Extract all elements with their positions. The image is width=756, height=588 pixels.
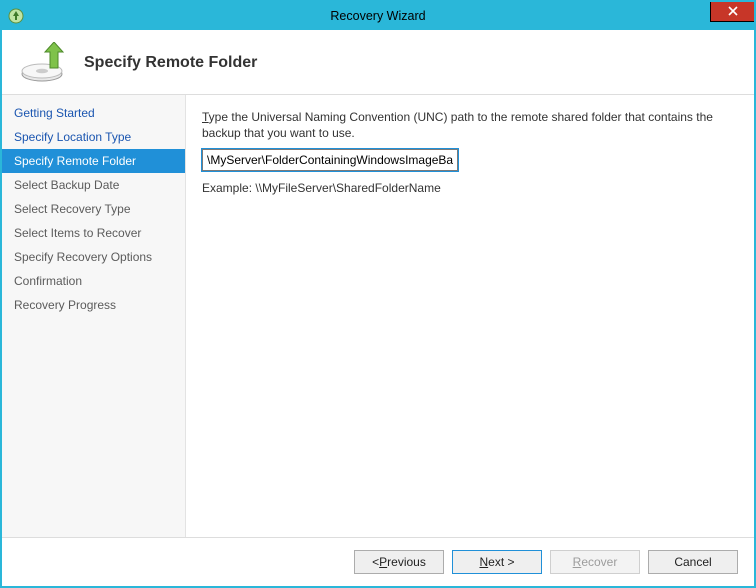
next-button[interactable]: Next > — [452, 550, 542, 574]
wizard-steps-sidebar: Getting StartedSpecify Location TypeSpec… — [2, 95, 186, 537]
previous-button[interactable]: < Previous — [354, 550, 444, 574]
wizard-step: Recovery Progress — [2, 293, 185, 317]
recovery-wizard-icon — [20, 42, 68, 84]
close-button[interactable] — [710, 2, 754, 22]
recovery-wizard-window: Recovery Wizard Specify Remote Folder Ge… — [0, 0, 756, 588]
wizard-header: Specify Remote Folder — [2, 30, 754, 95]
wizard-step: Specify Recovery Options — [2, 245, 185, 269]
recover-button: Recover — [550, 550, 640, 574]
wizard-footer: < Previous Next > Recover Cancel — [2, 538, 754, 586]
wizard-step[interactable]: Specify Location Type — [2, 125, 185, 149]
page-title: Specify Remote Folder — [84, 54, 257, 72]
wizard-step[interactable]: Specify Remote Folder — [2, 149, 185, 173]
wizard-content: Type the Universal Naming Convention (UN… — [186, 95, 754, 537]
window-title: Recovery Wizard — [2, 9, 754, 23]
app-icon — [8, 8, 24, 24]
wizard-step: Select Items to Recover — [2, 221, 185, 245]
titlebar: Recovery Wizard — [2, 2, 754, 30]
cancel-button[interactable]: Cancel — [648, 550, 738, 574]
wizard-step: Confirmation — [2, 269, 185, 293]
wizard-body: Getting StartedSpecify Location TypeSpec… — [2, 95, 754, 538]
unc-path-input[interactable] — [202, 149, 458, 171]
instruction-text: Type the Universal Naming Convention (UN… — [202, 109, 734, 141]
close-icon — [728, 5, 738, 19]
example-text: Example: \\MyFileServer\SharedFolderName — [202, 181, 734, 195]
wizard-step: Select Backup Date — [2, 173, 185, 197]
wizard-step: Select Recovery Type — [2, 197, 185, 221]
wizard-step[interactable]: Getting Started — [2, 101, 185, 125]
